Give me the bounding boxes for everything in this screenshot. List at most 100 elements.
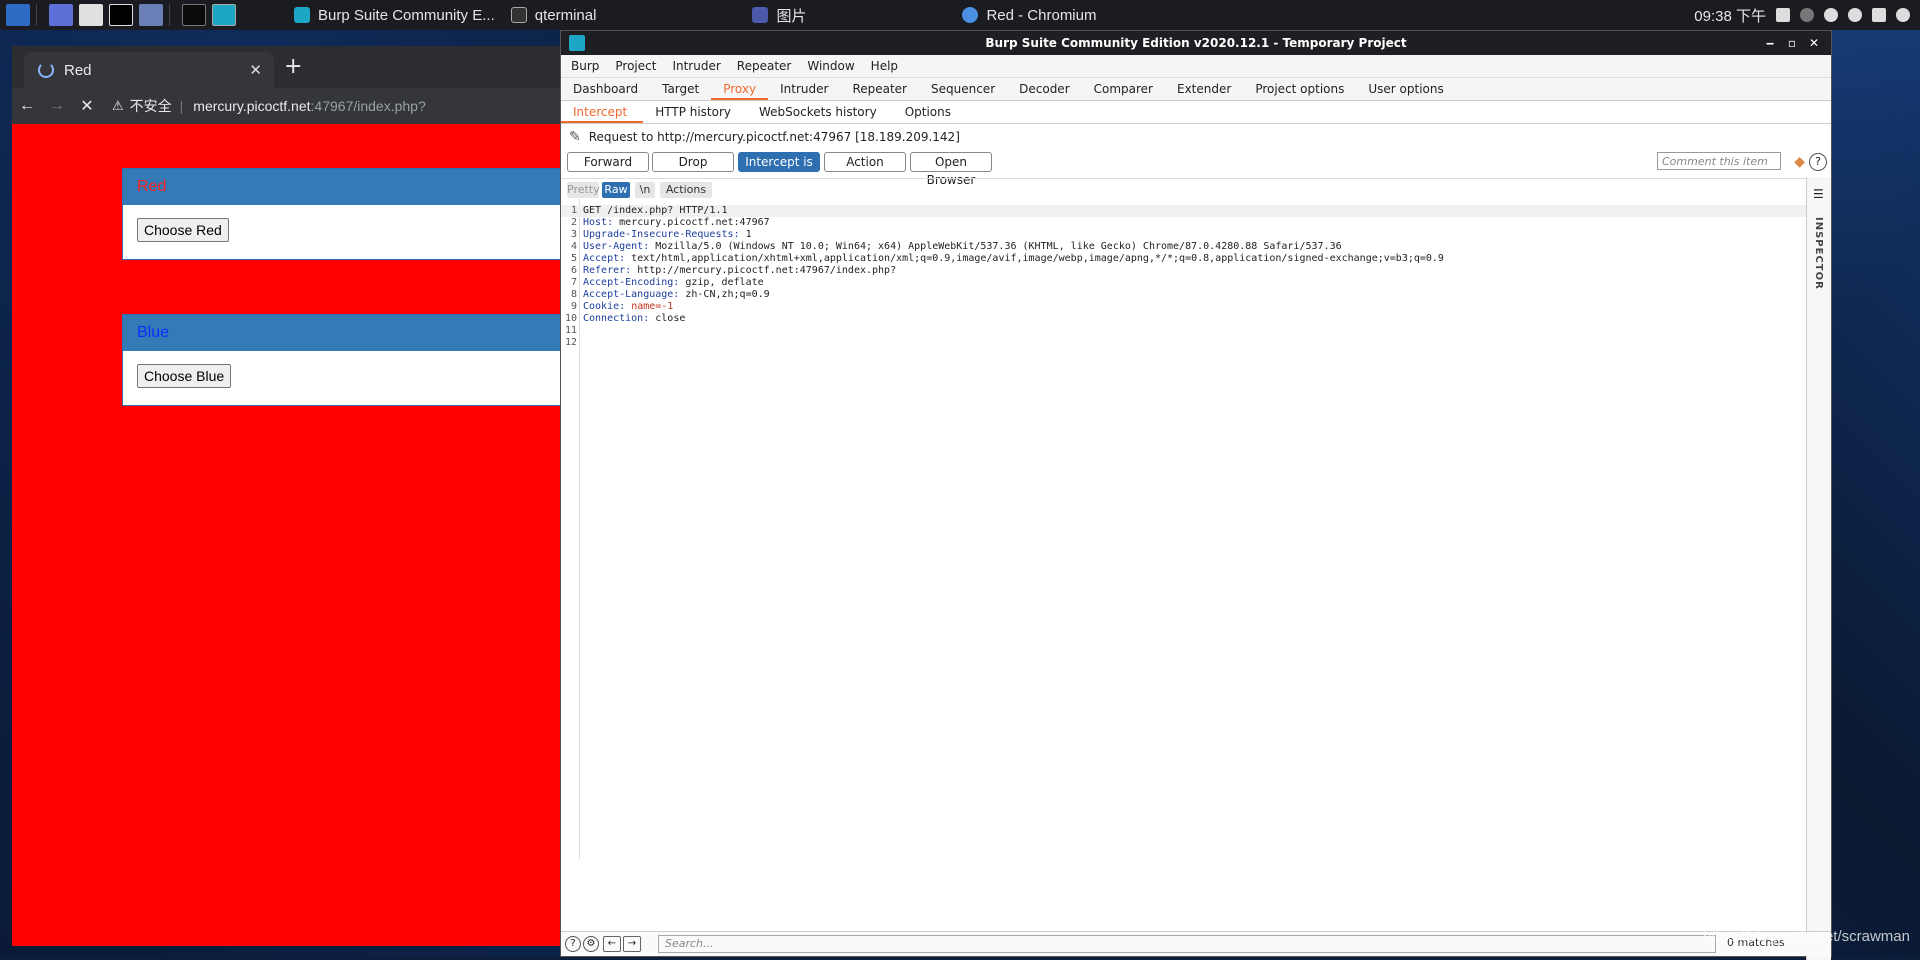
help-icon[interactable]: ? bbox=[565, 936, 581, 952]
tab-bar: Red ✕ + bbox=[12, 46, 560, 88]
search-bar: ? ⚙ ← → Search... 0 matches bbox=[561, 931, 1831, 956]
screenshot-icon[interactable] bbox=[139, 4, 163, 26]
warning-icon[interactable]: ⚠ bbox=[112, 98, 124, 114]
proxy-subtabs: Intercept HTTP history WebSockets histor… bbox=[561, 101, 1831, 124]
pretty-button[interactable]: Pretty bbox=[567, 182, 600, 198]
tab-dashboard[interactable]: Dashboard bbox=[561, 82, 650, 100]
choose-red-button[interactable]: Choose Red bbox=[137, 218, 229, 242]
forward-icon[interactable]: → bbox=[42, 97, 72, 115]
file-manager-icon[interactable] bbox=[79, 4, 103, 26]
panel-heading-blue: Blue bbox=[123, 315, 560, 351]
clock[interactable]: 09:38 下午 bbox=[1694, 5, 1766, 26]
action-button[interactable]: Action bbox=[824, 152, 906, 172]
url-field[interactable]: mercury.picoctf.net:47967/index.php? bbox=[193, 98, 425, 114]
back-icon[interactable]: ← bbox=[12, 97, 42, 115]
close-tab-icon[interactable]: ✕ bbox=[249, 61, 262, 79]
newline-toggle-button[interactable]: \n bbox=[635, 182, 655, 198]
tab-comparer[interactable]: Comparer bbox=[1082, 82, 1165, 100]
taskbar: Burp Suite Community E... qterminal 图片 R… bbox=[0, 0, 1920, 30]
settings-gear-icon[interactable]: ⚙ bbox=[583, 936, 599, 952]
workspace-1-icon[interactable] bbox=[182, 4, 206, 26]
panel-body-blue: Choose Blue bbox=[123, 351, 560, 405]
terminal-icon bbox=[510, 7, 527, 23]
menu-project[interactable]: Project bbox=[615, 59, 656, 73]
search-input[interactable]: Search... bbox=[658, 935, 1716, 953]
tab-repeater[interactable]: Repeater bbox=[840, 82, 919, 100]
subtab-intercept[interactable]: Intercept bbox=[561, 105, 644, 123]
inspector-menu-icon[interactable]: ☰ bbox=[1813, 187, 1824, 201]
system-tray: 09:38 下午 bbox=[1694, 0, 1920, 30]
chromium-icon bbox=[962, 7, 979, 23]
tab-sequencer[interactable]: Sequencer bbox=[919, 82, 1007, 100]
volume-icon[interactable] bbox=[1800, 8, 1814, 22]
task-burp[interactable]: Burp Suite Community E... bbox=[286, 0, 503, 30]
show-desktop-icon[interactable] bbox=[49, 4, 73, 26]
choose-blue-button[interactable]: Choose Blue bbox=[137, 364, 232, 388]
intercept-toolbar: Forward Drop Intercept is on Action Open… bbox=[561, 150, 1831, 187]
browser-tab[interactable]: Red ✕ bbox=[24, 52, 274, 88]
tab-extender[interactable]: Extender bbox=[1165, 82, 1243, 100]
subtab-http-history[interactable]: HTTP history bbox=[643, 105, 747, 123]
network-icon[interactable] bbox=[1848, 8, 1862, 22]
panel-red: Red Choose Red bbox=[122, 168, 560, 260]
request-editor[interactable]: 1 GET /index.php? HTTP/1.1 2 Host: mercu… bbox=[561, 199, 1807, 859]
tab-proxy[interactable]: Proxy bbox=[711, 82, 769, 100]
maximize-icon[interactable]: ▫ bbox=[1781, 31, 1803, 55]
subtab-websockets-history[interactable]: WebSockets history bbox=[747, 105, 893, 123]
terminal-icon[interactable] bbox=[109, 4, 133, 26]
request-line: 1 GET /index.php? HTTP/1.1 bbox=[561, 205, 1807, 217]
workspace-2-icon[interactable] bbox=[212, 4, 236, 26]
inspector-panel[interactable]: ☰ INSPECTOR bbox=[1806, 177, 1831, 960]
task-images[interactable]: 图片 bbox=[744, 0, 814, 30]
stop-icon[interactable]: ✕ bbox=[72, 96, 102, 116]
drop-button[interactable]: Drop bbox=[652, 152, 734, 172]
tab-user-options[interactable]: User options bbox=[1356, 82, 1455, 100]
new-tab-button[interactable]: + bbox=[284, 54, 302, 79]
menu-repeater[interactable]: Repeater bbox=[737, 59, 792, 73]
task-qterminal[interactable]: qterminal bbox=[503, 0, 605, 30]
tab-project-options[interactable]: Project options bbox=[1243, 82, 1356, 100]
taskbar-separator bbox=[36, 4, 37, 26]
page-content: Red Choose Red Blue Choose Blue bbox=[12, 124, 560, 946]
close-window-icon[interactable]: ✕ bbox=[1803, 31, 1825, 55]
request-info: ✎ Request to http://mercury.picoctf.net:… bbox=[569, 129, 960, 145]
power-icon[interactable] bbox=[1896, 8, 1910, 22]
loading-spinner-icon bbox=[38, 62, 54, 78]
inspector-label[interactable]: INSPECTOR bbox=[1813, 217, 1824, 290]
tab-decoder[interactable]: Decoder bbox=[1007, 82, 1082, 100]
display-icon[interactable] bbox=[1776, 8, 1790, 22]
minimize-icon[interactable]: ‒ bbox=[1759, 31, 1781, 55]
actions-dropdown[interactable]: Actions ⌄ bbox=[660, 182, 712, 212]
window-controls: ‒ ▫ ✕ bbox=[1759, 31, 1825, 55]
menu-burp[interactable]: Burp bbox=[571, 59, 599, 73]
lock-icon[interactable] bbox=[1872, 8, 1886, 22]
help-icon[interactable]: ? bbox=[1809, 153, 1827, 171]
raw-button[interactable]: Raw bbox=[602, 182, 630, 198]
menu-help[interactable]: Help bbox=[871, 59, 898, 73]
comment-input[interactable]: Comment this item bbox=[1657, 152, 1781, 170]
address-divider: | bbox=[179, 98, 184, 114]
subtab-options[interactable]: Options bbox=[893, 105, 967, 123]
security-label[interactable]: 不安全 bbox=[130, 96, 172, 116]
kali-menu-icon[interactable] bbox=[6, 4, 30, 26]
burp-logo-icon bbox=[569, 35, 585, 51]
menu-window[interactable]: Window bbox=[807, 59, 854, 73]
tab-intruder[interactable]: Intruder bbox=[768, 82, 840, 100]
image-viewer-icon bbox=[752, 7, 769, 23]
watermark: https://blog.csdn.net/scrawman bbox=[1703, 928, 1910, 945]
burp-window: Burp Suite Community Edition v2020.12.1 … bbox=[560, 30, 1832, 960]
taskbar-separator bbox=[169, 4, 170, 26]
forward-button[interactable]: Forward bbox=[567, 152, 649, 172]
next-match-icon[interactable]: → bbox=[623, 936, 641, 952]
panel-heading-red: Red bbox=[123, 169, 560, 205]
notification-bell-icon[interactable] bbox=[1824, 8, 1838, 22]
previous-match-icon[interactable]: ← bbox=[603, 936, 621, 952]
open-browser-button[interactable]: Open Browser bbox=[910, 152, 992, 187]
panel-blue: Blue Choose Blue bbox=[122, 314, 560, 406]
pencil-icon: ✎ bbox=[569, 129, 581, 145]
intercept-toggle-button[interactable]: Intercept is on bbox=[738, 152, 820, 187]
tab-target[interactable]: Target bbox=[650, 82, 711, 100]
task-chromium[interactable]: Red - Chromium bbox=[954, 0, 1104, 30]
menu-intruder[interactable]: Intruder bbox=[672, 59, 720, 73]
highlight-color-icon[interactable]: ◆ bbox=[1794, 154, 1805, 170]
